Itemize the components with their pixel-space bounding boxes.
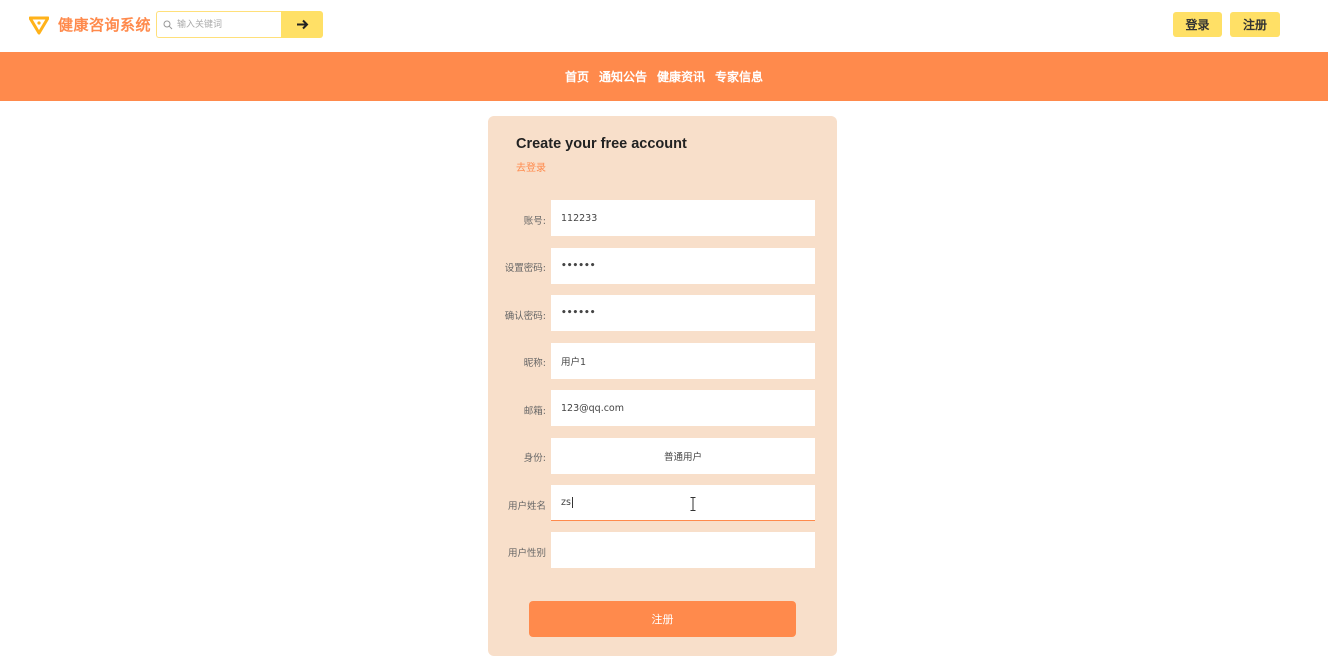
nickname-label: 昵称: [523,358,546,369]
account-label: 账号: [523,216,546,227]
search-bar [156,11,323,38]
search-button[interactable] [281,11,323,38]
password-field[interactable]: •••••• [551,248,815,284]
register-button[interactable]: 注册 [1230,12,1280,37]
text-caret [571,497,573,508]
nav-item-health-news[interactable]: 健康资讯 [657,68,705,85]
login-link[interactable]: 去登录 [516,159,546,174]
nav-item-notices[interactable]: 通知公告 [599,68,647,85]
text-cursor-icon [690,497,696,511]
login-button[interactable]: 登录 [1173,12,1222,37]
search-icon [163,20,173,29]
app-title: 健康咨询系统 [58,16,152,34]
username-value: zs [561,497,571,508]
username-field[interactable]: zs [551,485,815,521]
gender-label: 用户性别 [507,548,546,559]
email-field[interactable]: 123@qq.com [551,390,815,426]
identity-label: 身份: [523,453,546,464]
register-card: Create your free account 去登录 账号: 112233 … [488,116,837,656]
username-label: 用户姓名 [507,501,546,512]
confirm-password-field[interactable]: •••••• [551,295,815,331]
nickname-field[interactable]: 用户1 [551,343,815,379]
search-box [156,11,281,38]
password-label: 设置密码: [504,263,546,274]
logo-icon [29,16,49,34]
submit-register-button[interactable]: 注册 [529,601,796,637]
gender-field[interactable] [551,532,815,568]
logo[interactable]: 健康咨询系统 [29,14,151,35]
email-label: 邮箱: [523,406,546,417]
identity-select[interactable]: 普通用户 [551,438,815,474]
main-nav: 首页 通知公告 健康资讯 专家信息 [0,52,1328,101]
top-bar: 健康咨询系统 登录 注册 [0,0,1328,52]
form-title: Create your free account [516,136,687,152]
nav-item-home[interactable]: 首页 [565,68,589,85]
nav-item-experts[interactable]: 专家信息 [715,68,763,85]
arrow-right-icon [296,19,308,30]
search-input[interactable] [177,14,277,35]
confirm-password-label: 确认密码: [504,311,546,322]
account-field[interactable]: 112233 [551,200,815,236]
